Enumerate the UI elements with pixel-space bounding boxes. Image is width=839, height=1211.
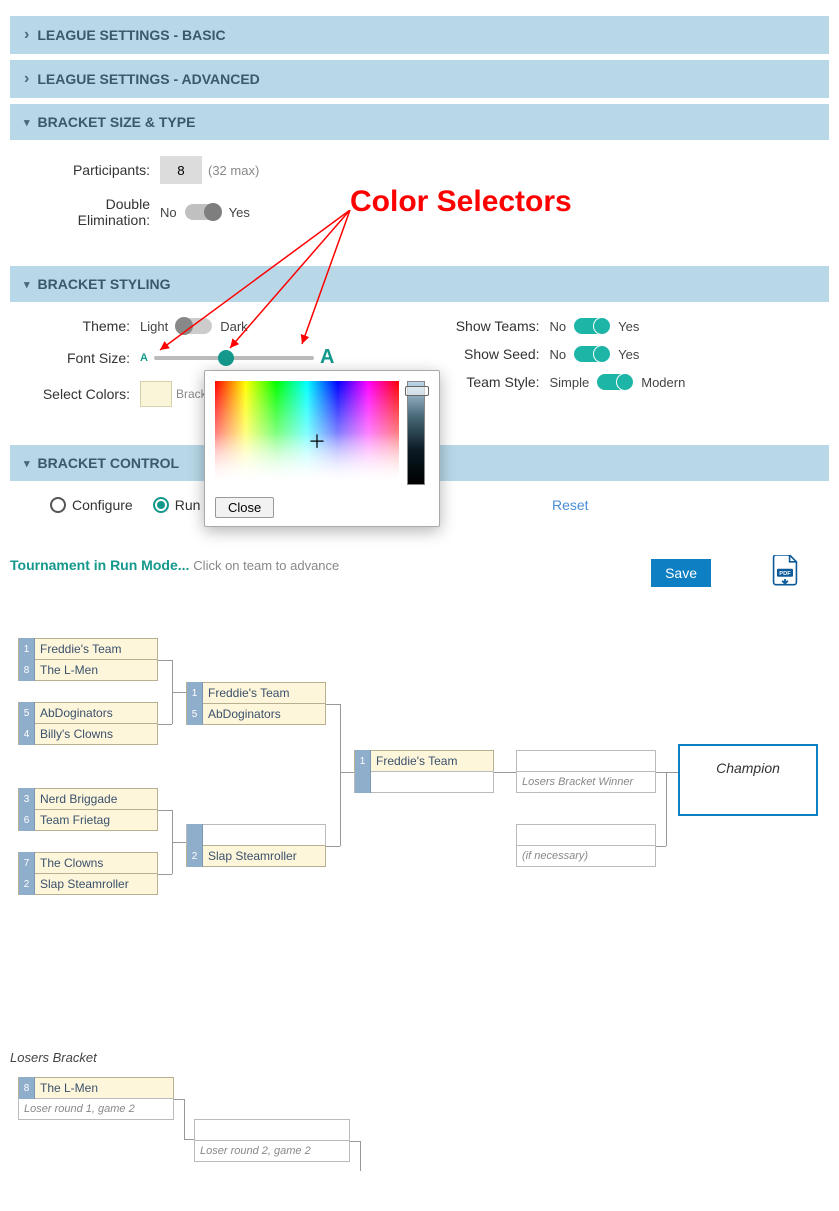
show-teams-toggle[interactable] <box>574 318 610 334</box>
section-title: BRACKET SIZE & TYPE <box>38 114 196 130</box>
font-size-slider[interactable] <box>154 356 314 360</box>
run-radio[interactable]: Run <box>153 497 201 513</box>
match-r1-g4[interactable]: 7The Clowns 2Slap Steamroller <box>18 852 158 894</box>
bracket-color-swatch <box>140 381 172 407</box>
match-r2-g2[interactable]: 2Slap Steamroller <box>186 824 326 866</box>
chevron-right-icon <box>24 26 29 44</box>
match-r1-g3[interactable]: 3Nerd Briggade 6Team Frietag <box>18 788 158 830</box>
section-title: LEAGUE SETTINGS - ADVANCED <box>37 71 259 87</box>
winners-bracket: 1Freddie's Team 8The L-Men 5AbDoginators… <box>10 620 829 1040</box>
light-label: Light <box>140 319 168 334</box>
team-style-toggle[interactable] <box>597 374 633 390</box>
section-bracket-styling[interactable]: BRACKET STYLING <box>10 266 829 302</box>
save-button[interactable]: Save <box>651 559 711 587</box>
loser-match-1[interactable]: 8The L-Men Loser round 1, game 2 <box>18 1077 174 1119</box>
section-title: LEAGUE SETTINGS - BASIC <box>37 27 225 43</box>
reset-link[interactable]: Reset <box>552 497 589 513</box>
chevron-right-icon <box>24 70 29 88</box>
match-final[interactable]: Losers Bracket Winner <box>516 750 656 792</box>
section-league-basic[interactable]: LEAGUE SETTINGS - BASIC <box>10 16 829 54</box>
participants-label: Participants: <box>30 162 160 178</box>
pdf-icon[interactable]: PDF <box>771 555 799 590</box>
double-elim-toggle[interactable] <box>185 204 221 220</box>
configure-radio[interactable]: Configure <box>50 497 133 513</box>
colors-label: Select Colors: <box>30 386 140 402</box>
participants-hint: (32 max) <box>208 163 259 178</box>
font-size-label: Font Size: <box>30 350 140 366</box>
no-label: No <box>160 205 177 220</box>
chevron-down-icon <box>24 457 30 470</box>
svg-text:PDF: PDF <box>779 571 791 577</box>
annotation-label: Color Selectors <box>350 185 572 219</box>
champion-box: Champion <box>678 744 818 816</box>
loser-match-2[interactable]: Loser round 2, game 2 <box>194 1119 350 1161</box>
show-seed-toggle[interactable] <box>574 346 610 362</box>
theme-label: Theme: <box>30 318 140 334</box>
match-if-necessary[interactable]: (if necessary) <box>516 824 656 866</box>
show-teams-label: Show Teams: <box>420 318 550 334</box>
losers-bracket-title: Losers Bracket <box>10 1050 829 1065</box>
font-small-icon: A <box>140 352 148 364</box>
dark-label: Dark <box>220 319 247 334</box>
color-picker-popup: ＋ Close <box>204 370 440 527</box>
show-seed-label: Show Seed: <box>420 346 550 362</box>
hue-slider[interactable] <box>407 381 425 485</box>
chevron-down-icon <box>24 116 30 129</box>
match-r2-g1[interactable]: 1Freddie's Team 5AbDoginators <box>186 682 326 724</box>
chevron-down-icon <box>24 278 30 291</box>
section-title: BRACKET STYLING <box>38 276 171 292</box>
yes-label: Yes <box>229 205 250 220</box>
participants-input[interactable] <box>160 156 202 184</box>
theme-toggle[interactable] <box>176 318 212 334</box>
match-r1-g2[interactable]: 5AbDoginators 4Billy's Clowns <box>18 702 158 744</box>
font-large-icon: A <box>320 346 334 369</box>
losers-bracket: 8The L-Men Loser round 1, game 2 Loser r… <box>10 1071 829 1201</box>
match-r1-g1[interactable]: 1Freddie's Team 8The L-Men <box>18 638 158 680</box>
section-bracket-size[interactable]: BRACKET SIZE & TYPE <box>10 104 829 140</box>
section-title: BRACKET CONTROL <box>38 455 180 471</box>
close-button[interactable]: Close <box>215 497 274 518</box>
section-league-advanced[interactable]: LEAGUE SETTINGS - ADVANCED <box>10 60 829 98</box>
color-gradient[interactable]: ＋ <box>215 381 399 485</box>
match-r3-g1[interactable]: 1Freddie's Team <box>354 750 494 792</box>
double-elim-label: Double Elimination: <box>30 196 160 228</box>
